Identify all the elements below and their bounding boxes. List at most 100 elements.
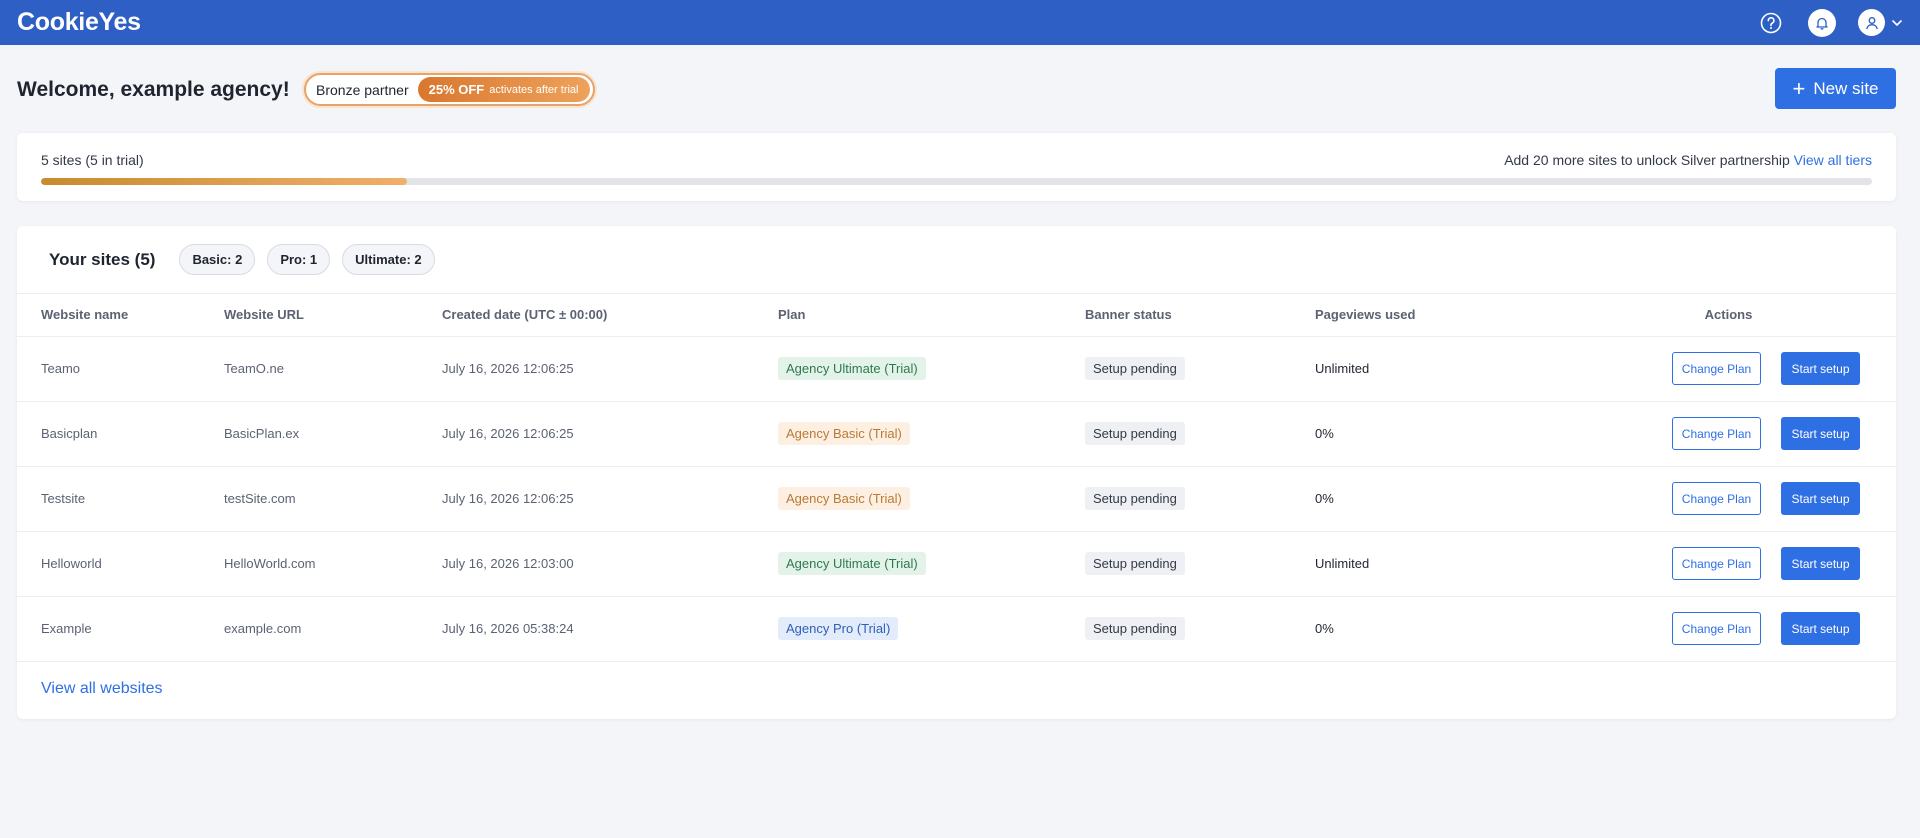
top-navbar: CookieYes <box>0 0 1920 45</box>
partner-tier: Bronze partner <box>316 81 409 98</box>
actions-cell: Change Plan Start setup <box>1561 531 1896 597</box>
website-url[interactable]: BasicPlan.ex <box>224 401 442 467</box>
table-header-row: Website name Website URL Created date (U… <box>17 294 1896 337</box>
created-date: July 16, 2026 12:06:25 <box>442 336 778 402</box>
col-plan: Plan <box>778 294 1085 337</box>
chip-ultimate[interactable]: Ultimate: 2 <box>342 244 435 275</box>
status-cell: Setup pending <box>1085 336 1315 402</box>
plus-icon: + <box>1792 75 1806 101</box>
chevron-down-icon <box>1892 19 1902 26</box>
status-badge: Setup pending <box>1085 617 1185 640</box>
progress-bar-fill <box>41 178 408 185</box>
website-url[interactable]: example.com <box>224 596 442 662</box>
user-menu[interactable] <box>1858 9 1903 36</box>
website-name[interactable]: Example <box>17 596 224 662</box>
plan-cell: Agency Ultimate (Trial) <box>778 336 1085 402</box>
website-name[interactable]: Teamo <box>17 336 224 402</box>
actions-cell: Change Plan Start setup <box>1561 596 1896 662</box>
status-badge: Setup pending <box>1085 422 1185 445</box>
chip-pro[interactable]: Pro: 1 <box>267 244 331 275</box>
cookieyes-logo[interactable]: CookieYes <box>17 8 141 37</box>
welcome-title: Welcome, example agency! <box>17 78 290 101</box>
help-icon[interactable] <box>1760 12 1782 34</box>
actions-cell: Change Plan Start setup <box>1561 336 1896 402</box>
change-plan-button[interactable]: Change Plan <box>1672 612 1761 645</box>
status-badge: Setup pending <box>1085 357 1185 380</box>
plan-badge: Agency Ultimate (Trial) <box>778 357 926 380</box>
chip-basic[interactable]: Basic: 2 <box>179 244 256 275</box>
start-setup-button[interactable]: Start setup <box>1781 417 1860 450</box>
view-all-tiers-link[interactable]: View all tiers <box>1794 152 1872 168</box>
col-website-url: Website URL <box>224 294 442 337</box>
pageviews-used: Unlimited <box>1315 531 1561 597</box>
new-site-button[interactable]: + New site <box>1775 68 1896 109</box>
partnership-progress-bar <box>41 178 1872 185</box>
change-plan-button[interactable]: Change Plan <box>1672 482 1761 515</box>
created-date: July 16, 2026 12:03:00 <box>442 531 778 597</box>
pageviews-used: 0% <box>1315 466 1561 532</box>
table-row: Example example.com July 16, 2026 05:38:24… <box>17 596 1896 662</box>
bell-icon[interactable] <box>1808 8 1836 37</box>
sites-title: Your sites (5) <box>49 249 156 269</box>
discount-note: activates after trial <box>489 83 579 96</box>
start-setup-button[interactable]: Start setup <box>1781 482 1860 515</box>
view-all-websites-link[interactable]: View all websites <box>41 680 163 698</box>
status-badge: Setup pending <box>1085 487 1185 510</box>
website-name[interactable]: Basicplan <box>17 401 224 467</box>
unlock-message: Add 20 more sites to unlock Silver partn… <box>1504 152 1872 168</box>
sites-card: Your sites (5) Basic: 2 Pro: 1 Ultimate:… <box>17 226 1896 719</box>
sites-header: Your sites (5) Basic: 2 Pro: 1 Ultimate:… <box>17 226 1896 294</box>
col-website-name: Website name <box>17 294 224 337</box>
created-date: July 16, 2026 05:38:24 <box>442 596 778 662</box>
partner-badge: Bronze partner 25% OFF activates after t… <box>304 73 595 106</box>
status-badge: Setup pending <box>1085 552 1185 575</box>
plan-cell: Agency Basic (Trial) <box>778 466 1085 532</box>
status-cell: Setup pending <box>1085 531 1315 597</box>
plan-badge: Agency Ultimate (Trial) <box>778 552 926 575</box>
table-row: Teamo TeamO.ne July 16, 2026 12:06:25 Agenc… <box>17 336 1896 402</box>
col-actions: Actions <box>1561 294 1896 337</box>
discount-amount: 25% OFF <box>428 82 485 97</box>
plan-badge: Agency Pro (Trial) <box>778 617 899 640</box>
change-plan-button[interactable]: Change Plan <box>1672 547 1761 580</box>
website-name[interactable]: Testsite <box>17 466 224 532</box>
change-plan-button[interactable]: Change Plan <box>1672 352 1761 385</box>
col-pageviews: Pageviews used <box>1315 294 1561 337</box>
plan-badge: Agency Basic (Trial) <box>778 487 910 510</box>
created-date: July 16, 2026 12:06:25 <box>442 466 778 532</box>
website-url[interactable]: TeamO.ne <box>224 336 442 402</box>
start-setup-button[interactable]: Start setup <box>1781 547 1860 580</box>
table-row: Helloworld HelloWorld.com July 16, 2026 12… <box>17 531 1896 597</box>
status-cell: Setup pending <box>1085 596 1315 662</box>
website-url[interactable]: HelloWorld.com <box>224 531 442 597</box>
plan-cell: Agency Basic (Trial) <box>778 401 1085 467</box>
actions-cell: Change Plan Start setup <box>1561 401 1896 467</box>
start-setup-button[interactable]: Start setup <box>1781 352 1860 385</box>
website-url[interactable]: testSite.com <box>224 466 442 532</box>
plan-cell: Agency Pro (Trial) <box>778 596 1085 662</box>
discount-pill: 25% OFF activates after trial <box>417 77 590 102</box>
status-cell: Setup pending <box>1085 466 1315 532</box>
table-row: Basicplan BasicPlan.ex July 16, 2026 12:06… <box>17 401 1896 467</box>
col-banner-status: Banner status <box>1085 294 1315 337</box>
unlock-text: Add 20 more sites to unlock Silver partn… <box>1504 152 1790 168</box>
pageviews-used: 0% <box>1315 401 1561 467</box>
partnership-progress-card: 5 sites (5 in trial) Add 20 more sites t… <box>17 133 1896 201</box>
user-icon <box>1858 9 1885 36</box>
plan-badge: Agency Basic (Trial) <box>778 422 910 445</box>
start-setup-button[interactable]: Start setup <box>1781 612 1860 645</box>
sites-table: Website name Website URL Created date (U… <box>17 294 1896 662</box>
table-row: Testsite testSite.com July 16, 2026 12:06:… <box>17 466 1896 532</box>
header-icons <box>1760 8 1903 37</box>
new-site-label: New site <box>1813 78 1879 98</box>
actions-cell: Change Plan Start setup <box>1561 466 1896 532</box>
status-cell: Setup pending <box>1085 401 1315 467</box>
created-date: July 16, 2026 12:06:25 <box>442 401 778 467</box>
col-created-date: Created date (UTC ± 00:00) <box>442 294 778 337</box>
change-plan-button[interactable]: Change Plan <box>1672 417 1761 450</box>
plan-cell: Agency Ultimate (Trial) <box>778 531 1085 597</box>
pageviews-used: 0% <box>1315 596 1561 662</box>
website-name[interactable]: Helloworld <box>17 531 224 597</box>
pageviews-used: Unlimited <box>1315 336 1561 402</box>
sites-count: 5 sites (5 in trial) <box>41 152 144 168</box>
